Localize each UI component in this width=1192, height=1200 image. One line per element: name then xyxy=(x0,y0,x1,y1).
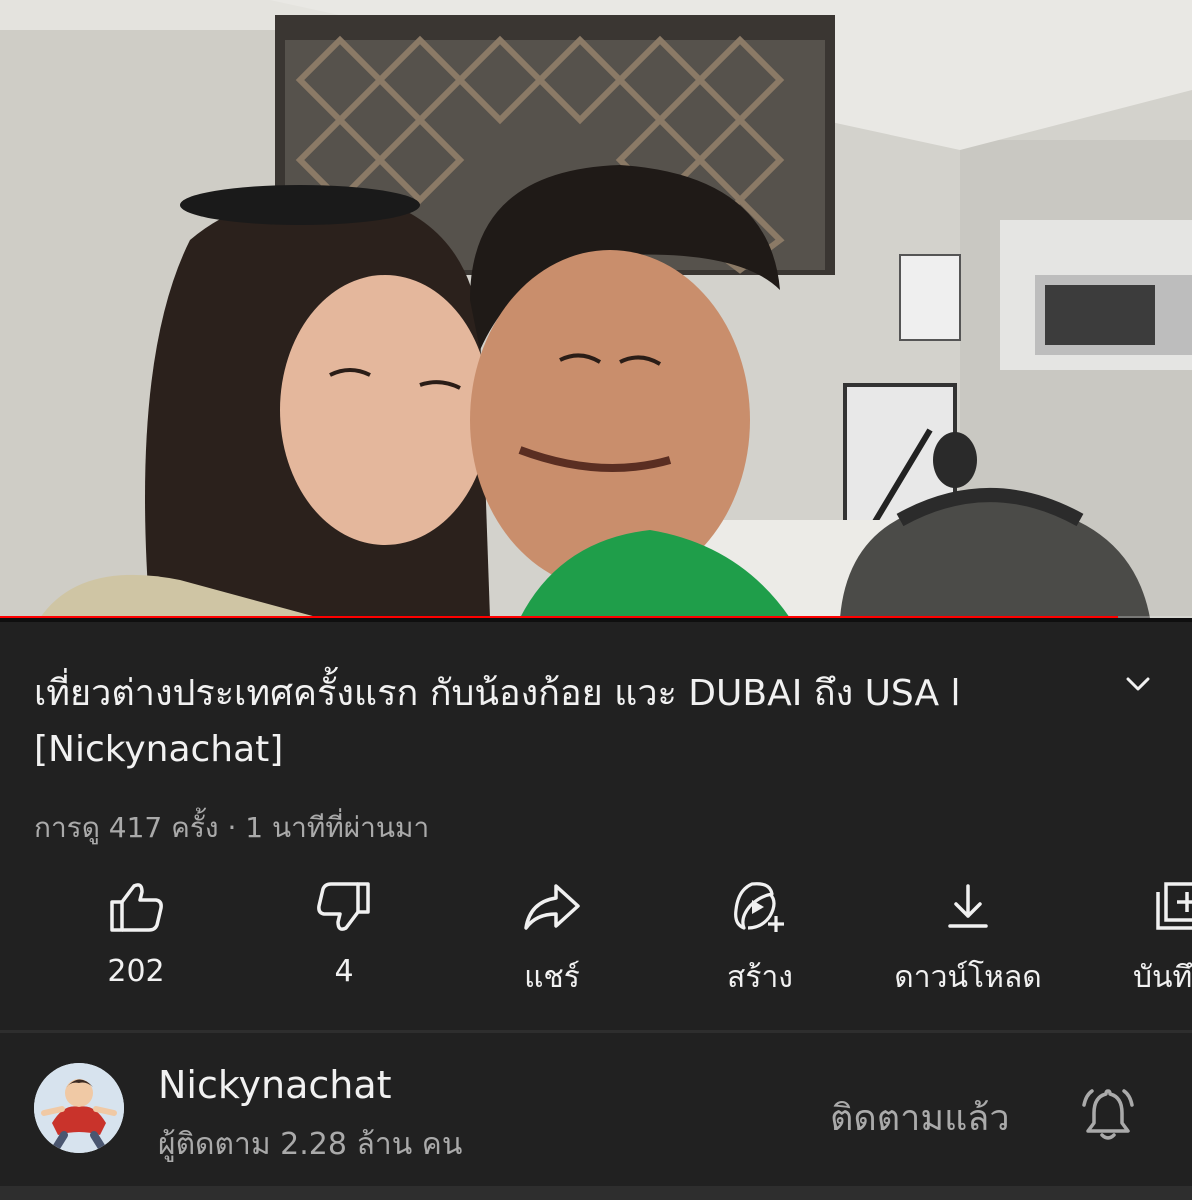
video-progress-bar[interactable] xyxy=(0,616,1192,618)
video-frame-thumbnail xyxy=(0,0,1192,618)
create-label: สร้าง xyxy=(727,960,793,995)
video-progress-fill xyxy=(0,616,1119,618)
channel-avatar[interactable] xyxy=(34,1063,124,1153)
thumbs-down-icon xyxy=(317,882,370,931)
channel-row[interactable]: Nickynachat ผู้ติดตาม 2.28 ล้าน คน ติดตา… xyxy=(0,1033,1192,1183)
video-title[interactable]: เที่ยวต่างประเทศครั้งแรก กับน้องก้อย แวะ… xyxy=(34,666,1094,778)
create-icon xyxy=(734,882,784,932)
subscriber-count: ผู้ติดตาม 2.28 ล้าน คน xyxy=(158,1127,463,1162)
bell-icon[interactable] xyxy=(1078,1085,1138,1145)
like-count: 202 xyxy=(107,954,165,989)
share-button[interactable]: แชร์ xyxy=(462,880,642,1000)
download-button[interactable]: ดาวน์โหลด xyxy=(878,880,1058,1000)
video-info-panel: เที่ยวต่างประเทศครั้งแรก กับน้องก้อย แวะ… xyxy=(0,622,1192,1200)
like-button[interactable]: 202 xyxy=(46,880,226,1000)
video-meta[interactable]: การดู 417 ครั้ง · 1 นาทีที่ผ่านมา xyxy=(34,806,429,850)
thumbs-up-icon xyxy=(110,883,163,932)
subscribed-button[interactable]: ติดตามแล้ว xyxy=(830,1089,1010,1146)
save-label: บันทึก xyxy=(1133,960,1192,995)
bottom-divider xyxy=(0,1186,1192,1200)
action-bar: 202 4 แชร์ สร้าง ดาวน์โหลด บันทึ xyxy=(0,880,1192,1000)
save-button[interactable]: บันทึก xyxy=(1086,880,1192,1000)
dislike-button[interactable]: 4 xyxy=(254,880,434,1000)
create-button[interactable]: สร้าง xyxy=(670,880,850,1000)
video-player[interactable] xyxy=(0,0,1192,618)
chevron-down-icon[interactable] xyxy=(1120,666,1156,702)
channel-name[interactable]: Nickynachat xyxy=(158,1063,392,1107)
avatar-illustration xyxy=(34,1063,124,1153)
dislike-count: 4 xyxy=(334,954,354,989)
save-icon xyxy=(1156,882,1192,930)
share-icon xyxy=(524,884,580,930)
download-label: ดาวน์โหลด xyxy=(894,960,1042,995)
download-icon xyxy=(948,884,988,928)
share-label: แชร์ xyxy=(524,960,580,995)
